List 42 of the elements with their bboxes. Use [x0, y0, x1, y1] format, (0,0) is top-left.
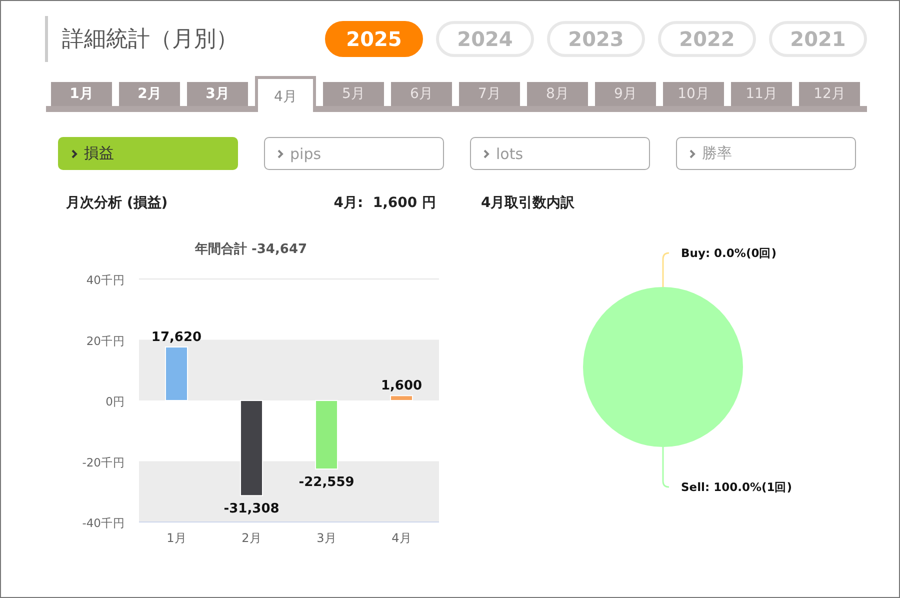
chart-title: 年間合計 -34,647 [194, 242, 308, 257]
chevron-icon [483, 148, 490, 158]
metric-button[interactable]: lots [470, 137, 650, 170]
axis-label: 40千円 [86, 273, 125, 287]
month-tab[interactable]: 2月 [119, 82, 180, 106]
chevron-icon [71, 148, 78, 158]
axis-label: -20千円 [82, 455, 125, 470]
data-label: 17,620 [151, 330, 202, 345]
axis-label: 20千円 [86, 334, 125, 348]
leader-line [662, 447, 670, 488]
month-tab[interactable]: 4月 [255, 76, 316, 112]
section-heading: 月次分析 (損益) [66, 194, 169, 212]
bar [390, 395, 413, 401]
data-label: 1,600 [380, 378, 422, 394]
data-label: -31,308 [224, 502, 280, 517]
page-title: 詳細統計（月別） [45, 16, 238, 62]
axis-label: -40千円 [82, 516, 125, 530]
bar [165, 346, 188, 401]
bar [315, 400, 338, 470]
year-button[interactable]: 2021 [769, 21, 867, 57]
axis-label: 4月 [392, 531, 412, 545]
slice-label: Sell: 100.0%(1回) [681, 480, 792, 494]
month-tab[interactable]: 3月 [187, 82, 248, 106]
year-button[interactable]: 2025 [325, 21, 423, 57]
slice-label: Buy: 0.0%(0回) [681, 246, 776, 260]
metric-button[interactable]: pips [264, 137, 444, 170]
month-total: 4月: 1,600 円 [332, 194, 436, 212]
data-label: -22,559 [298, 475, 354, 490]
month-tab[interactable]: 1月 [51, 82, 112, 106]
year-button[interactable]: 2024 [436, 21, 534, 57]
chevron-icon [277, 148, 284, 158]
metric-button[interactable]: 損益 [58, 137, 238, 170]
metric-button[interactable]: 勝率 [676, 137, 856, 170]
section-heading: 4月取引数内訳 [481, 194, 575, 212]
leader-line [662, 252, 670, 287]
axis-label: 0円 [106, 394, 125, 408]
year-button[interactable]: 2022 [658, 21, 756, 57]
axis-label: 2月 [242, 531, 262, 545]
axis-label: 1月 [166, 531, 186, 545]
year-button[interactable]: 2023 [547, 21, 645, 57]
chevron-icon [689, 148, 696, 158]
axis-label: 3月 [316, 531, 336, 545]
